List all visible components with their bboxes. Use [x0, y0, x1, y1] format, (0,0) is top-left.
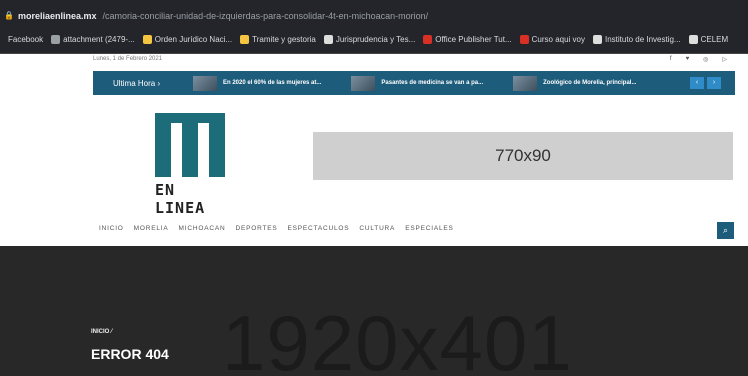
nav-item-deportes[interactable]: DEPORTES [235, 225, 277, 237]
breaking-item[interactable]: Zoológico de Morelia, principal... [513, 75, 637, 91]
bookmark-favicon-icon [51, 34, 61, 44]
twitter-icon[interactable]: ♥ [686, 56, 690, 63]
youtube-icon[interactable]: ▷ [722, 56, 727, 63]
bookmark-label: attachment (2479-... [63, 34, 135, 44]
nav-item-michoacan[interactable]: MICHOACAN [179, 225, 226, 237]
bookmark-label: Curso aqui voy [531, 34, 585, 44]
facebook-icon[interactable]: f [670, 56, 672, 63]
bookmark-label: Facebook [8, 34, 44, 44]
news-thumbnail [193, 75, 217, 91]
url-host: moreliaenlinea.mx [18, 11, 97, 21]
url-path: /camoria-conciliar-unidad-de-izquierdas-… [102, 11, 429, 21]
prev-arrow-icon[interactable]: ‹ [690, 77, 704, 89]
bookmark-item[interactable]: Instituto de Investig... [593, 34, 681, 44]
page-title: ERROR 404 [91, 346, 169, 362]
ad-placeholder-text: 770x90 [495, 146, 551, 165]
bookmark-item[interactable]: attachment (2479-... [51, 34, 135, 44]
hero-placeholder-text: 1920x401 [222, 299, 573, 376]
logo-mark [155, 113, 225, 177]
bookmark-favicon-icon [142, 34, 152, 44]
nav-item-morelia[interactable]: MORELIA [134, 225, 169, 237]
social-links: f ♥ ◎ ▷ [670, 56, 727, 63]
search-icon: ⌕ [722, 225, 729, 235]
bookmark-favicon-icon [593, 34, 602, 44]
bookmark-item[interactable]: Orden Jurídico Naci... [142, 34, 233, 44]
breaking-item-title: Zoológico de Morelia, principal... [543, 80, 637, 86]
next-arrow-icon[interactable]: › [707, 77, 721, 89]
bookmark-favicon-icon [240, 34, 250, 44]
nav-item-inicio[interactable]: INICIO [99, 225, 124, 237]
bookmark-label: Instituto de Investig... [605, 34, 681, 44]
breaking-item-title: Pasantes de medicina se van a pa... [381, 80, 484, 86]
nav-item-espectaculos[interactable]: ESPECTACULOS [288, 225, 350, 237]
bookmark-item[interactable]: Curso aqui voy [519, 34, 585, 44]
bookmarks-bar: Facebook attachment (2479-... Orden Jurídi… [8, 30, 748, 48]
nav-item-cultura[interactable]: CULTURA [359, 225, 395, 237]
instagram-icon[interactable]: ◎ [703, 56, 708, 63]
ad-banner[interactable]: 770x90 [313, 132, 733, 180]
bookmark-favicon-icon [323, 34, 333, 44]
bookmark-item[interactable]: Office Publisher Tut... [423, 34, 512, 44]
main-nav: INICIO MORELIA MICHOACAN DEPORTES ESPECT… [99, 225, 735, 237]
bookmark-label: CELEM [700, 34, 729, 44]
bookmark-label: Tramite y gestoria [252, 34, 316, 44]
bookmark-label: Office Publisher Tut... [435, 34, 512, 44]
logo-wordmark: EN LINEA [155, 181, 206, 217]
breaking-arrows: ‹ › [690, 77, 721, 89]
page-hero: 1920x401 INICIO ⁄ ERROR 404 [0, 246, 748, 376]
address-bar[interactable]: 🔒 moreliaenlinea.mx/camoria-conciliar-un… [4, 8, 428, 24]
breaking-item-title: En 2020 el 60% de las mujeres at... [223, 80, 322, 86]
current-date: Lunes, 1 de Febrero 2021 [93, 56, 163, 62]
news-thumbnail [351, 75, 376, 91]
breaking-item[interactable]: En 2020 el 60% de las mujeres at... [193, 75, 322, 91]
search-button[interactable]: ⌕ [717, 222, 734, 239]
site-header: Lunes, 1 de Febrero 2021 f ♥ ◎ ▷ Ultima … [93, 54, 743, 246]
breaking-label: Ultima Hora › [113, 78, 161, 88]
bookmark-favicon-icon [423, 34, 433, 44]
site-logo[interactable]: EN LINEA [155, 113, 225, 217]
news-thumbnail [513, 75, 538, 91]
bookmark-item[interactable]: Jurisprudencia y Tes... [323, 34, 416, 44]
bookmark-favicon-icon [519, 34, 529, 44]
browser-chrome: 🔒 moreliaenlinea.mx/camoria-conciliar-un… [0, 0, 748, 54]
bookmark-label: Orden Jurídico Naci... [154, 34, 233, 44]
breadcrumb[interactable]: INICIO ⁄ [91, 329, 112, 335]
bookmark-label: Jurisprudencia y Tes... [335, 34, 416, 44]
bookmark-item[interactable]: Facebook [8, 35, 43, 44]
breaking-news-bar: Ultima Hora › En 2020 el 60% de las muje… [93, 71, 735, 95]
nav-item-especiales[interactable]: ESPECIALES [405, 225, 453, 237]
date-bar: Lunes, 1 de Febrero 2021 f ♥ ◎ ▷ [93, 56, 743, 68]
breaking-item[interactable]: Pasantes de medicina se van a pa... [351, 75, 484, 91]
lock-icon: 🔒 [4, 11, 14, 20]
bookmark-item[interactable]: CELEM [688, 34, 729, 44]
bookmark-favicon-icon [688, 34, 698, 44]
bookmark-item[interactable]: Tramite y gestoria [240, 34, 316, 44]
